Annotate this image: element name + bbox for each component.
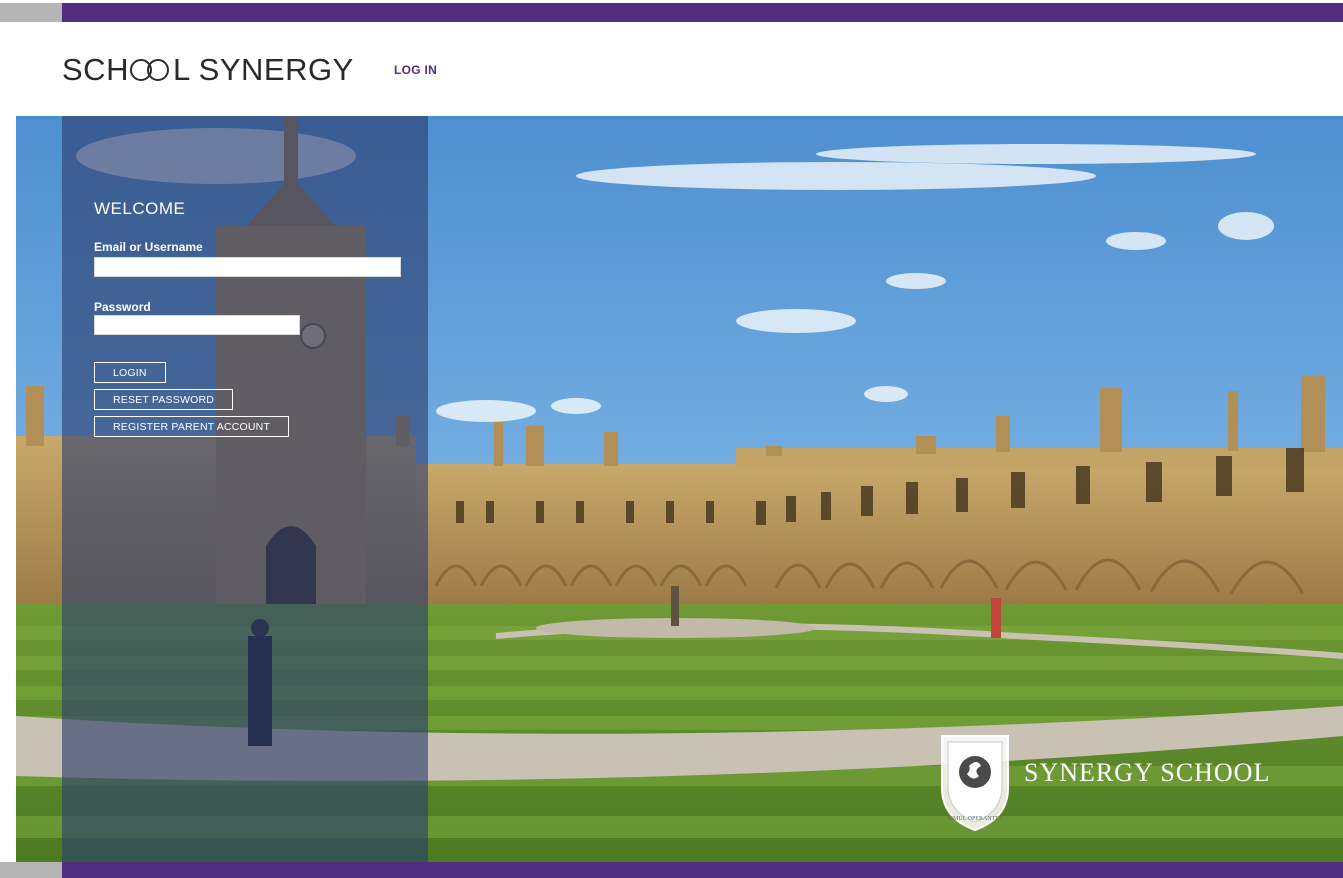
- password-label: Password: [94, 300, 151, 314]
- register-parent-account-button[interactable]: REGISTER PARENT ACCOUNT: [94, 416, 290, 437]
- school-name: SYNERGY SCHOOL: [1024, 758, 1271, 787]
- email-label: Email or Username: [94, 240, 203, 254]
- top-accent-bar: [0, 0, 1343, 22]
- school-crest-icon: SIMUL OPERANTES: [938, 732, 1012, 837]
- password-field[interactable]: [94, 315, 300, 335]
- brand-text-left: SCH: [62, 52, 129, 87]
- brand-logo[interactable]: SCH L SYNERGY: [62, 52, 354, 88]
- brand-text-right: L SYNERGY: [172, 52, 354, 87]
- site-header: SCH L SYNERGY LOG IN: [0, 22, 1343, 116]
- bottom-accent-grey: [0, 862, 62, 878]
- login-button[interactable]: LOGIN: [94, 362, 166, 383]
- bottom-accent-bar: [0, 862, 1343, 878]
- welcome-heading: WELCOME: [94, 199, 186, 218]
- top-accent-purple: [62, 3, 1343, 22]
- reset-password-button[interactable]: RESET PASSWORD: [94, 389, 234, 410]
- bottom-accent-purple: [62, 862, 1343, 878]
- nav-login-link[interactable]: LOG IN: [394, 63, 437, 77]
- school-motto: SIMUL OPERANTES: [948, 816, 1003, 822]
- top-accent-grey: [0, 3, 62, 22]
- brand-double-o-icon: [129, 59, 172, 81]
- email-field[interactable]: [94, 257, 401, 277]
- login-panel: WELCOME Email or Username Password LOGIN…: [62, 116, 428, 862]
